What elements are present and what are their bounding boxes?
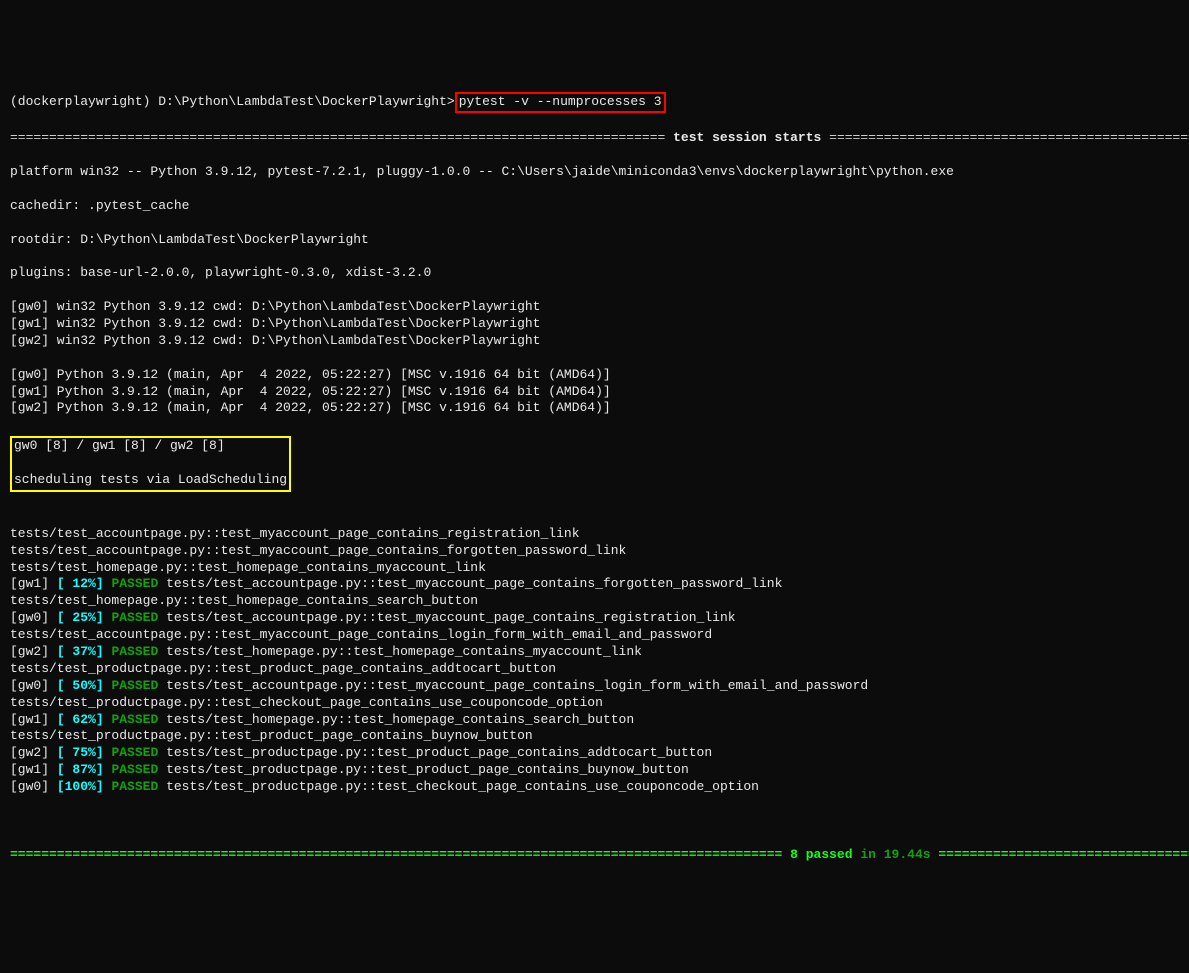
- status-passed: PASSED: [111, 745, 158, 760]
- worker-tag: [gw1]: [10, 762, 49, 777]
- worker-tag: [gw0]: [10, 610, 49, 625]
- session-rule: ========================================…: [10, 130, 1179, 147]
- gw-cwd-line: [gw0] win32 Python 3.9.12 cwd: D:\Python…: [10, 299, 1179, 316]
- worker-tag: [gw0]: [10, 779, 49, 794]
- percent: [ 50%]: [57, 678, 104, 693]
- status-passed: PASSED: [111, 576, 158, 591]
- status-passed: PASSED: [111, 779, 158, 794]
- status-passed: PASSED: [111, 644, 158, 659]
- percent: [ 62%]: [57, 712, 104, 727]
- test-path: tests/test_productpage.py::test_product_…: [158, 762, 689, 777]
- percent: [ 12%]: [57, 576, 104, 591]
- gw-cwd-line: [gw2] win32 Python 3.9.12 cwd: D:\Python…: [10, 333, 1179, 350]
- prompt-line: (dockerplaywright) D:\Python\LambdaTest\…: [10, 92, 1179, 113]
- scheduling-line: scheduling tests via LoadScheduling: [14, 472, 287, 487]
- gw-msc-line: [gw1] Python 3.9.12 (main, Apr 4 2022, 0…: [10, 384, 1179, 401]
- result-line: [gw0] [100%] PASSED tests/test_productpa…: [10, 779, 1179, 796]
- test-id-line: tests/test_productpage.py::test_product_…: [10, 661, 1179, 678]
- test-id-line: tests/test_productpage.py::test_checkout…: [10, 695, 1179, 712]
- plugins-line: plugins: base-url-2.0.0, playwright-0.3.…: [10, 265, 1179, 282]
- cachedir-line: cachedir: .pytest_cache: [10, 198, 1179, 215]
- command-highlight-box: pytest -v --numprocesses 3: [455, 92, 666, 113]
- result-line: [gw2] [ 75%] PASSED tests/test_productpa…: [10, 745, 1179, 762]
- worker-tag: [gw0]: [10, 678, 49, 693]
- test-path: tests/test_productpage.py::test_checkout…: [158, 779, 759, 794]
- result-line: [gw1] [ 62%] PASSED tests/test_homepage.…: [10, 712, 1179, 729]
- test-path: tests/test_productpage.py::test_product_…: [158, 745, 712, 760]
- terminal-output: (dockerplaywright) D:\Python\LambdaTest\…: [0, 68, 1189, 889]
- shell-prompt: (dockerplaywright) D:\Python\LambdaTest\…: [10, 94, 455, 109]
- test-id-line: tests/test_productpage.py::test_product_…: [10, 728, 1179, 745]
- test-id-line: tests/test_accountpage.py::test_myaccoun…: [10, 627, 1179, 644]
- platform-line: platform win32 -- Python 3.9.12, pytest-…: [10, 164, 1179, 181]
- test-id-line: tests/test_accountpage.py::test_myaccoun…: [10, 526, 1179, 543]
- percent: [100%]: [57, 779, 104, 794]
- result-line: [gw1] [ 87%] PASSED tests/test_productpa…: [10, 762, 1179, 779]
- worker-tag: [gw1]: [10, 712, 49, 727]
- percent: [ 25%]: [57, 610, 104, 625]
- test-path: tests/test_homepage.py::test_homepage_co…: [158, 644, 642, 659]
- test-path: tests/test_accountpage.py::test_myaccoun…: [158, 610, 735, 625]
- footer-time: in 19.44s: [853, 847, 939, 862]
- test-path: tests/test_accountpage.py::test_myaccoun…: [158, 576, 782, 591]
- workers-line: gw0 [8] / gw1 [8] / gw2 [8]: [14, 438, 287, 455]
- result-line: [gw0] [ 50%] PASSED tests/test_accountpa…: [10, 678, 1179, 695]
- gw-msc-line: [gw0] Python 3.9.12 (main, Apr 4 2022, 0…: [10, 367, 1179, 384]
- percent: [ 75%]: [57, 745, 104, 760]
- test-path: tests/test_homepage.py::test_homepage_co…: [158, 712, 634, 727]
- status-passed: PASSED: [111, 762, 158, 777]
- result-line: [gw1] [ 12%] PASSED tests/test_accountpa…: [10, 576, 1179, 593]
- status-passed: PASSED: [111, 678, 158, 693]
- percent: [ 87%]: [57, 762, 104, 777]
- status-passed: PASSED: [111, 610, 158, 625]
- percent: [ 37%]: [57, 644, 104, 659]
- worker-tag: [gw2]: [10, 745, 49, 760]
- footer-rule: ========================================…: [10, 847, 1179, 864]
- test-id-line: tests/test_accountpage.py::test_myaccoun…: [10, 543, 1179, 560]
- worker-tag: [gw1]: [10, 576, 49, 591]
- result-line: [gw2] [ 37%] PASSED tests/test_homepage.…: [10, 644, 1179, 661]
- rootdir-line: rootdir: D:\Python\LambdaTest\DockerPlay…: [10, 232, 1179, 249]
- worker-tag: [gw2]: [10, 644, 49, 659]
- blank-line: [10, 492, 1179, 509]
- blank-line-2: [10, 813, 1179, 830]
- workers-box: gw0 [8] / gw1 [8] / gw2 [8] scheduling t…: [10, 436, 291, 492]
- command-text: pytest -v --numprocesses 3: [459, 94, 662, 109]
- test-id-line: tests/test_homepage.py::test_homepage_co…: [10, 560, 1179, 577]
- status-passed: PASSED: [111, 712, 158, 727]
- test-id-line: tests/test_homepage.py::test_homepage_co…: [10, 593, 1179, 610]
- test-path: tests/test_accountpage.py::test_myaccoun…: [158, 678, 868, 693]
- result-line: [gw0] [ 25%] PASSED tests/test_accountpa…: [10, 610, 1179, 627]
- footer-passed: 8 passed: [782, 847, 852, 862]
- gw-msc-line: [gw2] Python 3.9.12 (main, Apr 4 2022, 0…: [10, 400, 1179, 417]
- gw-cwd-line: [gw1] win32 Python 3.9.12 cwd: D:\Python…: [10, 316, 1179, 333]
